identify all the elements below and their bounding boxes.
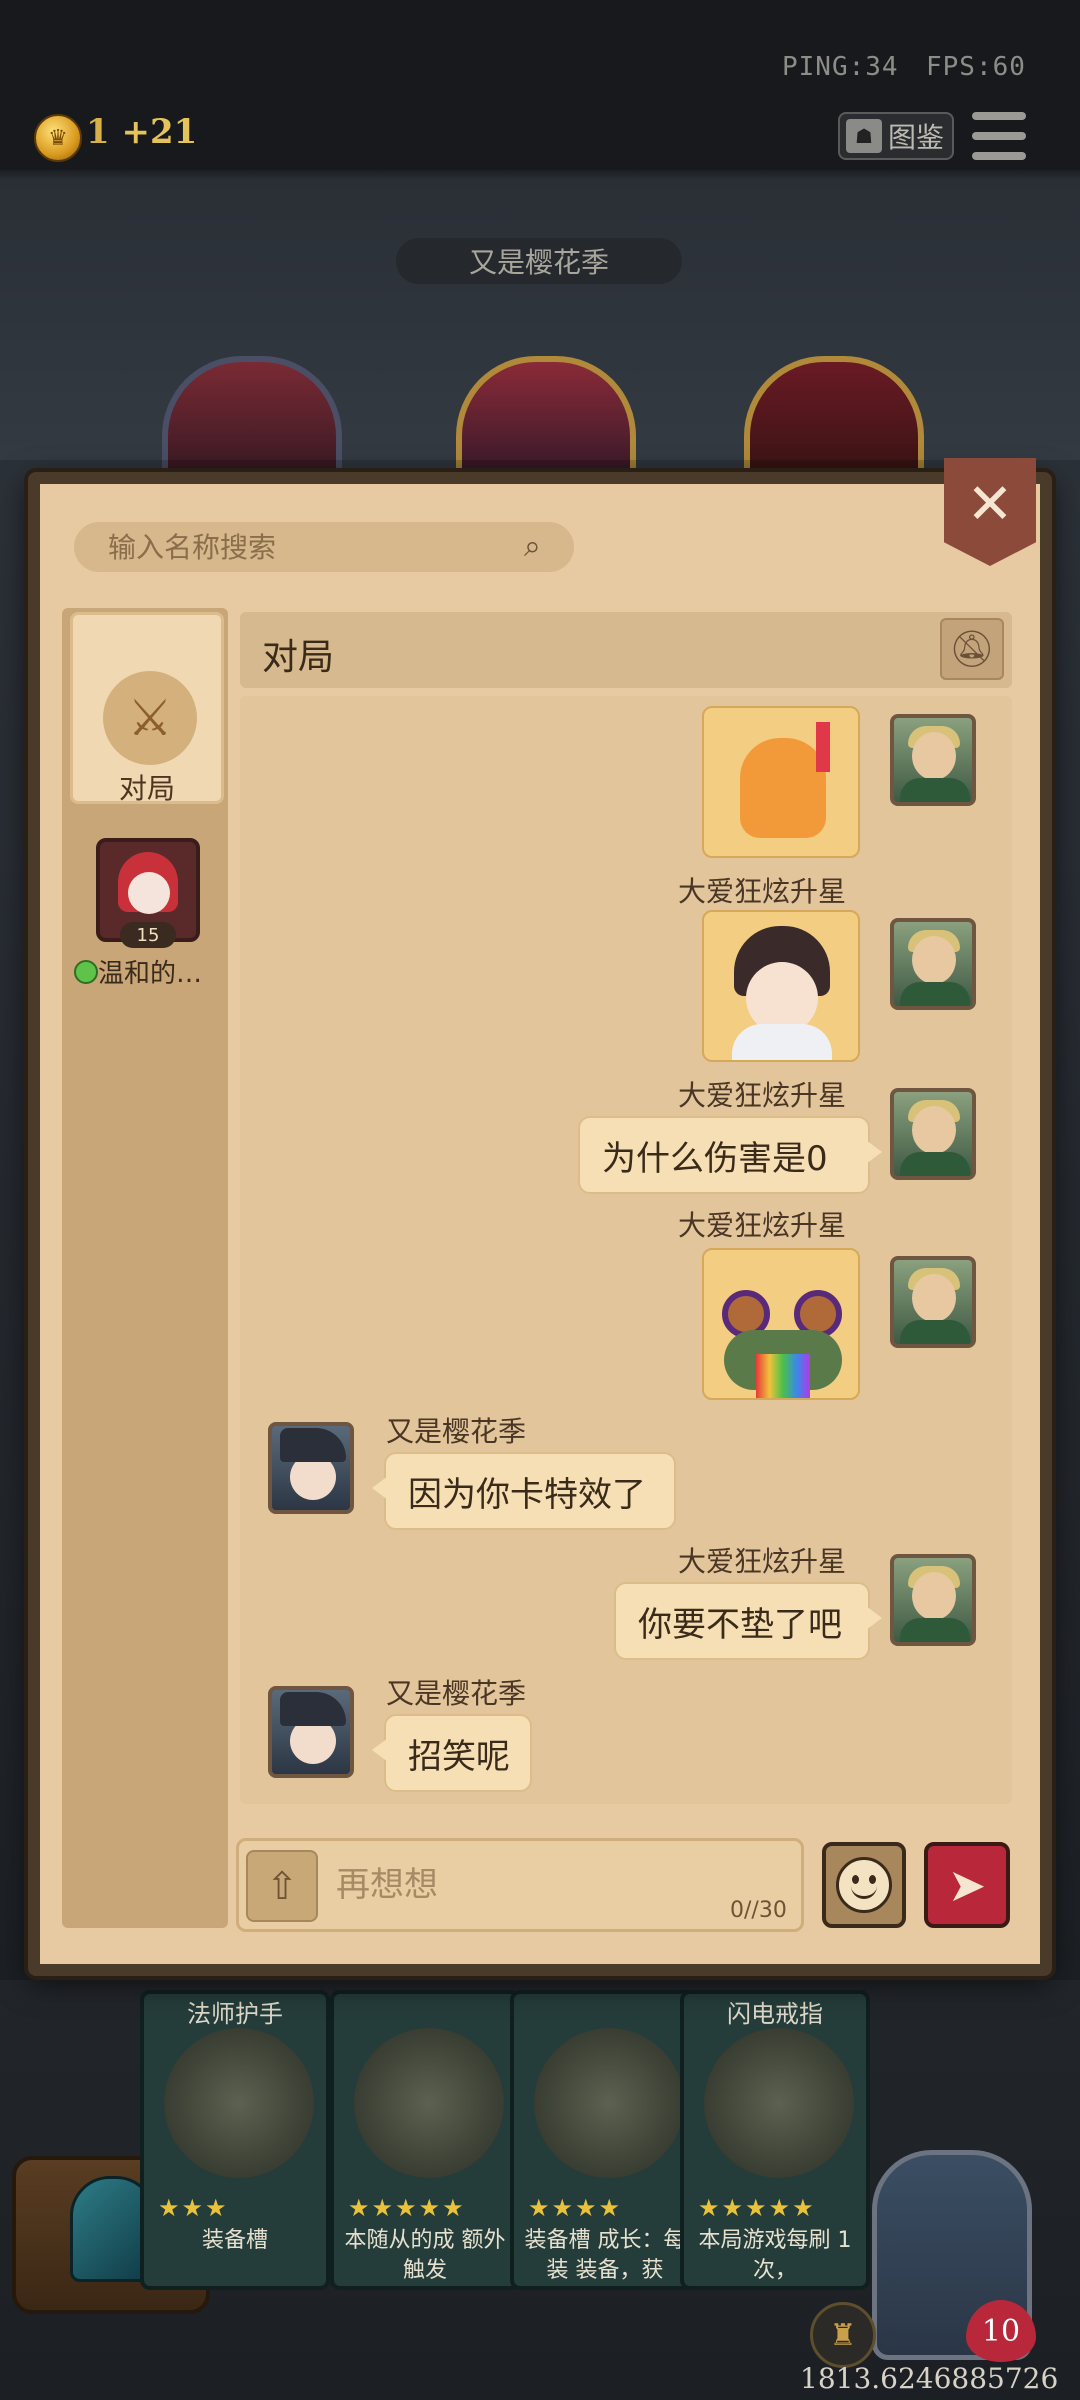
star-rating: ★★★★★ (348, 2194, 466, 2222)
menu-icon-line (972, 152, 1026, 160)
sender-name: 大爱狂炫升星 (678, 1079, 847, 1112)
opponent-avatar[interactable] (268, 1686, 354, 1778)
body-shape (900, 778, 970, 802)
codex-button[interactable]: ☗ 图鉴 (838, 112, 954, 160)
my-avatar[interactable] (890, 1256, 976, 1348)
paper-plane-icon: ➤ (947, 1858, 987, 1912)
chat-bubble[interactable]: 因为你卡特效了 (372, 1452, 676, 1530)
chat-bubble[interactable]: 为什么伤害是0 (578, 1116, 882, 1194)
face-shape (128, 872, 170, 914)
search-bar: ⌕ (74, 522, 574, 572)
sender-name: 大爱狂炫升星 (678, 875, 847, 908)
body-shape (900, 1320, 970, 1344)
opponent-name-tag: 又是樱花季 (396, 238, 682, 284)
char-counter: 0//30 (730, 1898, 787, 1923)
exclamation-mark (816, 722, 830, 772)
my-avatar[interactable] (890, 918, 976, 1010)
friend-name[interactable]: 温和的… (98, 953, 224, 990)
shop-card-title: 闪电戒指 (727, 2000, 823, 2028)
star-rating: ★★★★ (528, 2194, 623, 2222)
coordinate-readout: 1813.6246885726 (800, 2362, 1059, 2395)
lightning-ring-icon (704, 2028, 854, 2178)
hero-power-button[interactable]: ♜ (810, 2302, 876, 2368)
shop-card[interactable]: ★★★★ 装备槽 成长：每装 装备，获 (510, 1990, 700, 2290)
search-icon[interactable]: ⌕ (524, 532, 554, 562)
expand-arrow-icon: ⇧ (266, 1864, 298, 1908)
my-avatar[interactable] (890, 714, 976, 806)
frog-rainbow-sticker[interactable] (702, 1248, 860, 1400)
mouth-shape (851, 1882, 877, 1899)
shop-card-title: 法师护手 (187, 2000, 283, 2028)
smiley-icon (836, 1857, 892, 1913)
pocket-watch-icon (354, 2028, 504, 2178)
my-avatar[interactable] (890, 1088, 976, 1180)
my-avatar[interactable] (890, 1554, 976, 1646)
shop-card[interactable]: 闪电戒指 ★★★★★ 本局游戏每刷 1次， (680, 1990, 870, 2290)
shop-card[interactable]: 法师护手 ★★★ 装备槽 (140, 1990, 330, 2290)
shop-card-desc: 装备槽 (201, 2228, 268, 2253)
codex-label: 图鉴 (888, 121, 945, 154)
gauntlet-icon (164, 2028, 314, 2178)
hat-shape (280, 1428, 346, 1462)
gold-counter: 1 +21 (86, 112, 197, 152)
star-rating: ★★★★★ (698, 2194, 816, 2222)
body-shape (900, 1152, 970, 1176)
sticker-body (732, 1024, 832, 1060)
online-status-dot (74, 960, 98, 984)
shop-card-desc: 本随从的成 额外触发 (344, 2228, 506, 2283)
rainbow-shape (756, 1354, 810, 1398)
face-shape (912, 936, 956, 984)
tab-match-label: 对局 (118, 772, 175, 805)
body-shape (900, 1618, 970, 1642)
send-button[interactable]: ➤ (924, 1842, 1010, 1928)
mute-button[interactable]: 🔕︎ (940, 618, 1004, 680)
message-text: 招笑呢 (408, 1736, 510, 1777)
shop-card-desc: 装备槽 成长：每装 装备，获 (524, 2228, 686, 2283)
gold-income: +21 (121, 112, 198, 152)
opponent-avatar[interactable] (268, 1422, 354, 1514)
armor-icon (534, 2028, 684, 2178)
quick-phrase-button[interactable]: ⇧ (246, 1850, 318, 1922)
chat-header (240, 612, 1012, 688)
face-shape (912, 1572, 956, 1620)
fps-readout: FPS:60 (926, 52, 1026, 82)
gold-amount: 1 (86, 112, 110, 152)
face-shape (912, 1106, 956, 1154)
chat-title: 对局 (262, 637, 335, 678)
message-text: 因为你卡特效了 (408, 1474, 646, 1515)
girl-sticker[interactable] (702, 910, 860, 1062)
sender-name: 又是樱花季 (386, 1677, 527, 1710)
close-icon: ✕ (966, 472, 1014, 537)
emoji-button[interactable] (822, 1842, 906, 1928)
crossed-swords-icon: ⚔ (103, 671, 197, 765)
sender-name: 又是樱花季 (386, 1415, 527, 1448)
face-shape (912, 732, 956, 780)
menu-button[interactable] (972, 112, 1026, 160)
search-input[interactable] (106, 529, 524, 565)
face-shape (912, 1274, 956, 1322)
menu-icon-line (972, 112, 1026, 120)
fire-creature-sticker[interactable] (702, 706, 860, 858)
body-shape (900, 982, 970, 1006)
gold-coin-icon: ♛ (34, 114, 82, 162)
message-input[interactable] (334, 1856, 728, 1914)
shop-card-desc: 本局游戏每刷 1次， (698, 2228, 852, 2283)
chat-bubble[interactable]: 你要不垫了吧 (614, 1582, 882, 1660)
message-text: 你要不垫了吧 (638, 1604, 842, 1645)
hat-shape (280, 1692, 346, 1726)
ping-readout: PING:34 (782, 52, 899, 82)
bell-off-icon: 🔕︎ (949, 629, 995, 670)
shop-card[interactable]: ★★★★★ 本随从的成 额外触发 (330, 1990, 520, 2290)
friend-level-badge: 15 (120, 922, 176, 948)
sender-name: 大爱狂炫升星 (678, 1545, 847, 1578)
star-rating: ★★★ (158, 2194, 229, 2222)
book-icon: ☗ (846, 119, 882, 153)
message-text: 为什么伤害是0 (602, 1138, 828, 1179)
sticker-figure (740, 738, 826, 838)
chat-bubble[interactable]: 招笑呢 (372, 1714, 532, 1792)
sender-name: 大爱狂炫升星 (678, 1209, 847, 1242)
tab-match[interactable]: ⚔ 对局 (70, 612, 224, 805)
menu-icon-line (972, 132, 1026, 140)
